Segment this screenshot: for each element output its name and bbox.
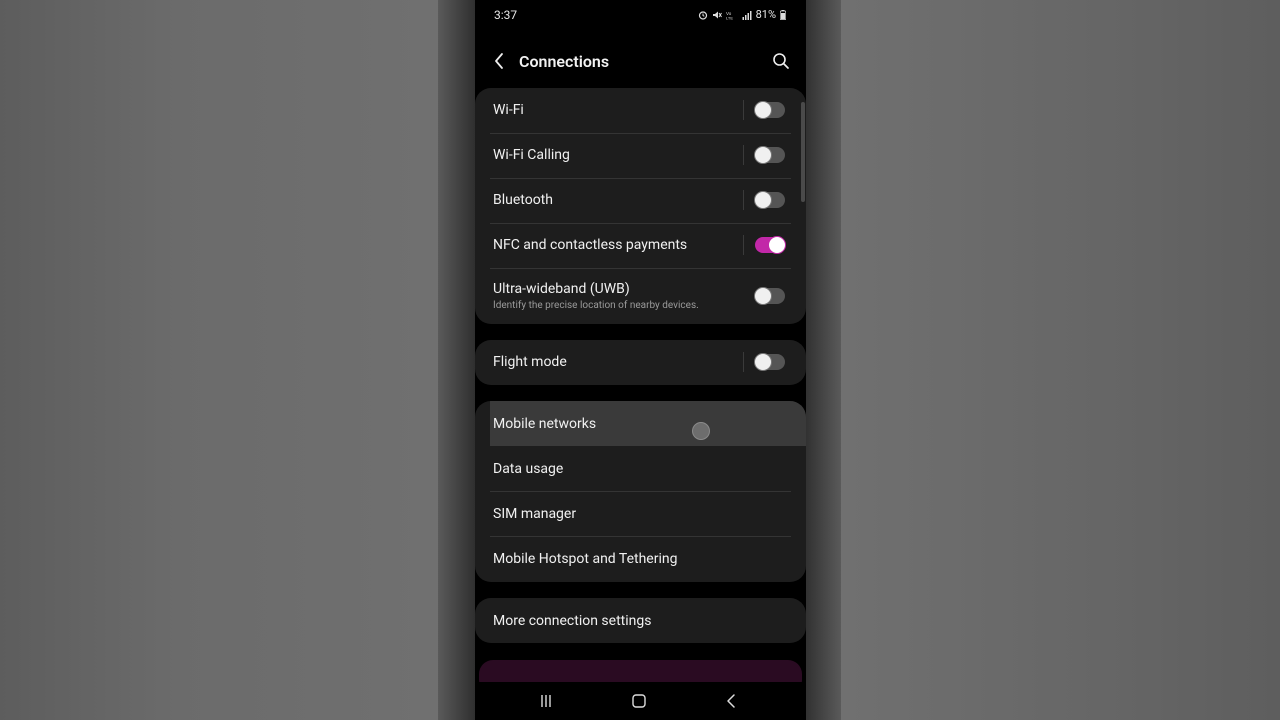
divider [743, 190, 744, 210]
toggle-knob [754, 191, 772, 209]
blurred-background-right [841, 0, 1280, 720]
mute-icon [712, 11, 722, 18]
setting-row-hotspot[interactable]: Mobile Hotspot and Tethering [475, 536, 806, 582]
setting-description: Identify the precise location of nearby … [493, 300, 699, 311]
svg-text:LTE: LTE [726, 15, 733, 20]
navigation-bar [475, 682, 806, 720]
setting-label: NFC and contactless payments [493, 237, 688, 253]
nfc-toggle[interactable] [755, 236, 786, 254]
setting-row-sim-manager[interactable]: SIM manager [475, 491, 806, 536]
setting-row-wifi-calling[interactable]: Wi-Fi Calling [475, 133, 806, 178]
phone-screen: 3:37 Vo LTE 81% Connections Wi-Fi Wi-Fi C… [475, 0, 806, 720]
page-title: Connections [519, 52, 610, 71]
connections-card-mobile: Mobile networks Data usage SIM manager M… [475, 401, 806, 582]
wifi-calling-toggle[interactable] [754, 146, 785, 164]
toggle-knob [754, 353, 772, 371]
volte-icon: VoLTE [726, 11, 733, 20]
status-time: 3:37 [494, 8, 518, 22]
setting-label: Wi-Fi [493, 102, 524, 118]
connections-card-more: More connection settings [475, 598, 806, 643]
connections-card-primary: Wi-Fi Wi-Fi Calling Bluetooth NFC and co… [475, 88, 806, 324]
setting-row-data-usage[interactable]: Data usage [475, 446, 806, 491]
setting-label: More connection settings [493, 613, 652, 629]
setting-row-mobile-networks[interactable]: Mobile networks [475, 401, 806, 446]
connections-card-flight: Flight mode [475, 340, 806, 385]
setting-label: Wi-Fi Calling [493, 147, 570, 163]
search-icon[interactable] [770, 50, 792, 72]
setting-label: Bluetooth [493, 192, 553, 208]
divider [743, 235, 744, 255]
setting-row-flight-mode[interactable]: Flight mode [475, 340, 806, 385]
battery-icon [780, 9, 786, 20]
flight-mode-toggle[interactable] [754, 353, 785, 371]
setting-row-wifi[interactable]: Wi-Fi [475, 88, 806, 133]
setting-label: Mobile networks [493, 416, 597, 432]
setting-row-nfc[interactable]: NFC and contactless payments [475, 223, 806, 268]
setting-label: Flight mode [493, 354, 567, 370]
alarm-icon [698, 10, 707, 20]
signal-icon [742, 10, 752, 20]
toggle-knob [754, 146, 772, 164]
toggle-knob [768, 236, 786, 254]
setting-row-more-connection-settings[interactable]: More connection settings [475, 598, 806, 643]
divider [743, 100, 744, 120]
back-icon[interactable] [489, 50, 511, 72]
bluetooth-toggle[interactable] [754, 191, 785, 209]
setting-label: SIM manager [493, 506, 577, 522]
setting-label: Data usage [493, 461, 564, 477]
toggle-knob [754, 287, 772, 305]
back-nav-icon[interactable] [722, 692, 742, 710]
app-bar: Connections [475, 44, 806, 80]
setting-row-uwb[interactable]: Ultra-wideband (UWB) Identify the precis… [475, 268, 806, 324]
setting-label: Mobile Hotspot and Tethering [493, 551, 678, 567]
status-bar: 3:37 Vo LTE 81% [475, 0, 806, 30]
scrollbar[interactable] [801, 102, 805, 202]
recent-apps-icon[interactable] [536, 692, 556, 710]
status-icons: Vo LTE 81% [698, 8, 786, 21]
wifi-toggle[interactable] [754, 101, 785, 119]
uwb-toggle[interactable] [754, 287, 785, 305]
toggle-knob [754, 101, 772, 119]
divider [743, 352, 744, 372]
blurred-background-left [0, 0, 438, 720]
home-icon[interactable] [629, 692, 649, 710]
setting-label: Ultra-wideband (UWB) [493, 281, 630, 297]
divider [743, 145, 744, 165]
battery-percent: 81% [755, 8, 776, 21]
touch-indicator [692, 422, 710, 440]
setting-row-bluetooth[interactable]: Bluetooth [475, 178, 806, 223]
